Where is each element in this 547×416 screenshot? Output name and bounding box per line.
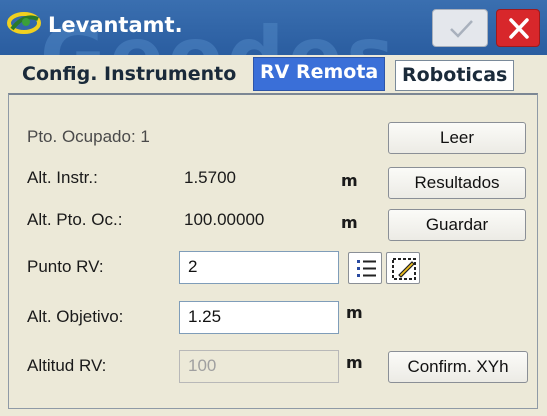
close-button[interactable]: [496, 9, 540, 47]
alt-objetivo-input[interactable]: 1.25: [179, 301, 339, 334]
confirm-xyh-button[interactable]: Confirm. XYh: [388, 351, 528, 383]
alt-pto-oc-unit: m: [341, 213, 358, 232]
alt-instr-unit: m: [341, 171, 358, 190]
point-list-button[interactable]: [348, 252, 382, 284]
alt-instr-label: Alt. Instr.:: [27, 168, 98, 187]
tab-strip: Config. Instrumento RV Remota Roboticas: [0, 55, 547, 93]
alt-pto-oc-label: Alt. Pto. Oc.:: [27, 210, 123, 229]
altitud-rv-unit: m: [346, 353, 363, 372]
tab-roboticas[interactable]: Roboticas: [395, 60, 515, 91]
checkmark-icon: [450, 20, 473, 38]
app-icon: [7, 12, 41, 34]
alt-pto-oc-value: 100.00000: [184, 210, 265, 229]
punto-rv-input[interactable]: 2: [179, 251, 339, 284]
rv-remota-panel: Pto. Ocupado: 1 Leer Alt. Instr.: 1.5700…: [8, 93, 538, 409]
close-icon: [509, 18, 529, 39]
ok-button[interactable]: [432, 9, 488, 47]
altitud-rv-input: 100: [179, 350, 339, 383]
alt-objetivo-label: Alt. Objetivo:: [27, 307, 124, 326]
tab-config-instrumento[interactable]: Config. Instrumento: [16, 60, 242, 91]
pto-ocupado-label: Pto. Ocupado: 1: [27, 127, 150, 146]
altitud-rv-label: Altitud RV:: [27, 356, 107, 375]
alt-objetivo-unit: m: [346, 303, 363, 322]
tab-rv-remota[interactable]: RV Remota: [253, 57, 386, 91]
punto-rv-label: Punto RV:: [27, 257, 104, 276]
guardar-button[interactable]: Guardar: [388, 209, 526, 241]
alt-instr-value: 1.5700: [184, 168, 236, 187]
resultados-button[interactable]: Resultados: [388, 167, 526, 199]
title-bar: Geodes Levantamt.: [0, 0, 547, 55]
list-icon: [357, 260, 376, 277]
window-title: Levantamt.: [48, 13, 183, 37]
map-pick-icon: [392, 258, 416, 280]
map-select-button[interactable]: [386, 252, 420, 284]
leer-button[interactable]: Leer: [388, 122, 526, 154]
